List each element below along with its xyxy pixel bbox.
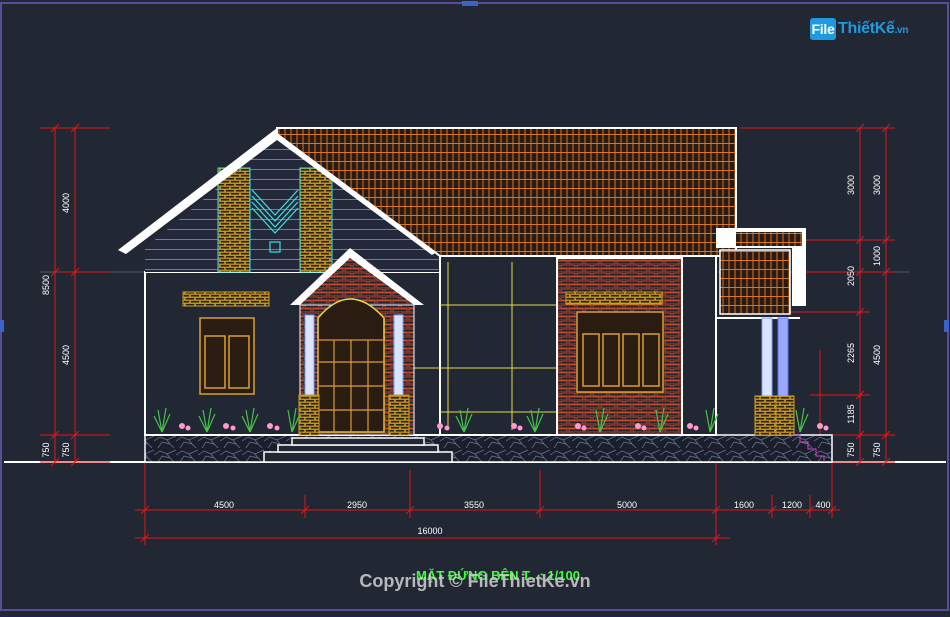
dim-total-height: 8500 bbox=[41, 275, 51, 295]
frame-marker-left bbox=[0, 320, 4, 332]
dim-bottom-3: 3550 bbox=[464, 500, 484, 510]
filethietke-logo: File ThiếtKế.vn bbox=[810, 14, 922, 44]
frame-marker-top bbox=[462, 1, 478, 6]
entrance-column-left bbox=[304, 314, 315, 396]
entrance-base-right bbox=[388, 394, 410, 436]
logo-text: ThiếtKế bbox=[838, 20, 895, 37]
side-wall bbox=[681, 255, 717, 436]
dim-bottom-total: 16000 bbox=[417, 526, 442, 536]
window-lintel-right bbox=[565, 291, 663, 305]
porch-base-2 bbox=[775, 395, 795, 436]
cad-viewport[interactable]: File ThiếtKế.vn 8500 4000 4500 750 750 3… bbox=[0, 0, 950, 612]
dim-bottom-4: 5000 bbox=[617, 500, 637, 510]
dim-bottom-2: 2950 bbox=[347, 500, 367, 510]
dim-bottom-1: 4500 bbox=[214, 500, 234, 510]
dim-right-outer-top: 3000 bbox=[872, 175, 882, 195]
foundation bbox=[144, 434, 833, 463]
dim-base-inner-left: 750 bbox=[61, 442, 71, 457]
dim-lower-height: 4500 bbox=[61, 345, 71, 365]
porch-column-2 bbox=[777, 317, 789, 397]
gable-pillar-right bbox=[299, 167, 333, 273]
dim-right-outer-base: 750 bbox=[872, 442, 882, 457]
logo-mark: File bbox=[810, 17, 836, 40]
entrance-base-left bbox=[298, 394, 320, 436]
window-lintel-left bbox=[182, 291, 270, 307]
house-elevation bbox=[118, 127, 833, 463]
porch-roof bbox=[719, 249, 791, 315]
dim-right-inner-lower: 2265 bbox=[846, 343, 856, 363]
porch-roof-top bbox=[736, 232, 802, 246]
dim-right-inner-low: 1185 bbox=[846, 404, 856, 423]
logo-tld: .vn bbox=[894, 25, 909, 36]
dim-right-outer-mid: 1000 bbox=[872, 246, 882, 266]
dim-base-outer-left: 750 bbox=[41, 442, 51, 457]
gable-pillar-left bbox=[217, 167, 251, 273]
window-right bbox=[576, 311, 664, 393]
dim-bottom-7: 400 bbox=[815, 500, 830, 510]
copyright-watermark: Copyright © FileThietKe.vn bbox=[359, 571, 590, 591]
dim-bottom-6: 1200 bbox=[782, 500, 802, 510]
dim-upper-height: 4000 bbox=[61, 193, 71, 213]
elevation-drawing: 8500 4000 4500 750 750 3000 2050 2265 11… bbox=[0, 1, 949, 611]
dim-bottom-5: 1600 bbox=[734, 500, 754, 510]
entrance-column-right bbox=[393, 314, 404, 396]
window-left bbox=[199, 317, 255, 395]
frame-marker-right bbox=[944, 320, 949, 332]
dim-right-inner-top: 3000 bbox=[846, 175, 856, 195]
dim-right-outer-lower: 4500 bbox=[872, 345, 882, 365]
porch-base-1 bbox=[754, 395, 778, 436]
dim-right-inner-mid: 2050 bbox=[846, 266, 856, 286]
porch-column-1 bbox=[761, 317, 773, 397]
dim-right-inner-base: 750 bbox=[846, 442, 856, 457]
entrance-steps bbox=[263, 437, 453, 463]
